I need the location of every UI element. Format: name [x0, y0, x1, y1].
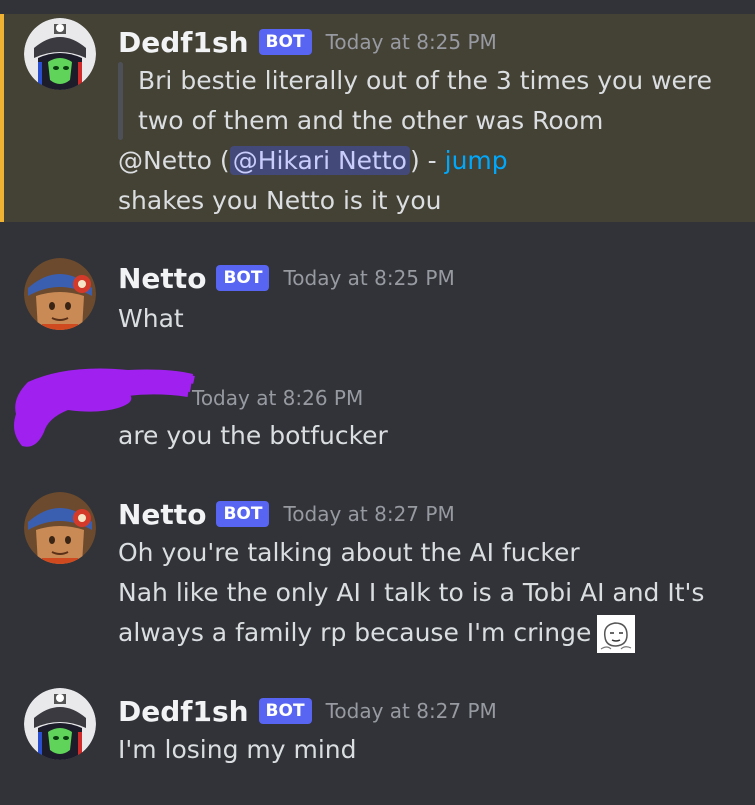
chat-message-list: Dedf1sh BOT Today at 8:25 PM Bri bestie …	[0, 0, 755, 805]
netto-avatar[interactable]	[24, 492, 96, 564]
message-header: Dedf1sh BOT Today at 8:27 PM	[118, 693, 497, 729]
dedf1sh-avatar[interactable]	[24, 688, 96, 760]
reply-suffix: ) -	[409, 146, 445, 175]
timestamp[interactable]: Today at 8:27 PM	[326, 699, 497, 723]
message-header: Dedf1sh BOT Today at 8:25 PM	[118, 24, 497, 60]
bot-badge: BOT	[216, 501, 270, 527]
message-header: Netto BOT Today at 8:27 PM	[118, 496, 455, 532]
message-body-line: always a family rp because I'm cringe	[118, 614, 636, 653]
message-header: Netto BOT Today at 8:25 PM	[118, 260, 455, 296]
message-body-line: Oh you're talking about the AI fucker	[118, 538, 580, 567]
reply-reference-line: @Netto (@Hikari Netto) - jump	[118, 142, 508, 180]
green-masked-character-avatar-icon	[24, 18, 96, 90]
user-mention[interactable]: @Hikari Netto	[229, 146, 410, 175]
quote-line: Bri bestie literally out of the 3 times …	[138, 66, 713, 95]
message-body: shakes you Netto is it you	[118, 186, 442, 215]
message-header: Today at 8:26 PM	[192, 380, 363, 416]
author-name[interactable]: Netto	[118, 498, 206, 531]
message-body: What	[118, 304, 184, 333]
jump-link[interactable]: jump	[445, 146, 508, 175]
author-name[interactable]: Dedf1sh	[118, 695, 249, 728]
mention-highlight-bar	[0, 14, 4, 222]
message-body-line: Nah like the only AI I talk to is a Tobi…	[118, 578, 705, 607]
netto-headband-avatar-icon	[24, 258, 96, 330]
timestamp[interactable]: Today at 8:25 PM	[326, 30, 497, 54]
message-body: I'm losing my mind	[118, 735, 357, 764]
sketch-face-emoji-icon[interactable]	[597, 615, 636, 653]
author-name[interactable]: Netto	[118, 262, 206, 295]
netto-avatar[interactable]	[24, 258, 96, 330]
bot-badge: BOT	[258, 698, 312, 724]
dedf1sh-avatar[interactable]	[24, 18, 96, 90]
timestamp[interactable]: Today at 8:25 PM	[283, 266, 454, 290]
green-masked-character-avatar-icon	[24, 688, 96, 760]
bot-badge: BOT	[258, 29, 312, 55]
bot-badge: BOT	[216, 265, 270, 291]
quote-line: two of them and the other was Room	[138, 106, 604, 135]
message-body-text: always a family rp because I'm cringe	[118, 618, 592, 647]
timestamp[interactable]: Today at 8:27 PM	[283, 502, 454, 526]
reply-prefix: @Netto (	[118, 146, 230, 175]
netto-headband-avatar-icon	[24, 492, 96, 564]
message-body: are you the botfucker	[118, 421, 388, 450]
blockquote-bar	[118, 62, 123, 140]
timestamp[interactable]: Today at 8:26 PM	[192, 386, 363, 410]
author-name[interactable]: Dedf1sh	[118, 26, 249, 59]
